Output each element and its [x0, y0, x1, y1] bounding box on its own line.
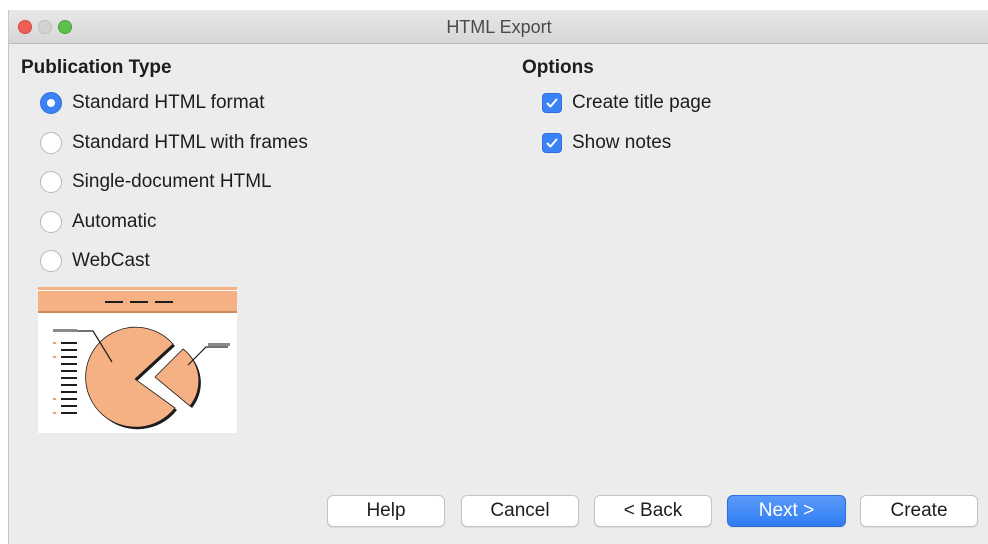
checkbox-label: Show notes	[572, 132, 672, 153]
options-heading: Options	[522, 57, 594, 78]
radio-label: Standard HTML format	[72, 92, 265, 113]
radio-single-document-html[interactable]: Single-document HTML	[40, 168, 272, 196]
create-button[interactable]: Create	[860, 495, 978, 527]
radio-button-checked[interactable]	[40, 92, 62, 114]
radio-button[interactable]	[40, 211, 62, 233]
checkbox-create-title-page[interactable]: Create title page	[542, 89, 711, 117]
help-button[interactable]: Help	[327, 495, 445, 527]
radio-button[interactable]	[40, 250, 62, 272]
radio-label: Standard HTML with frames	[72, 132, 308, 153]
checkbox-checked[interactable]	[542, 93, 562, 113]
cancel-button[interactable]: Cancel	[461, 495, 579, 527]
radio-webcast[interactable]: WebCast	[40, 247, 150, 275]
publication-type-preview-image	[38, 287, 237, 433]
checkbox-label: Create title page	[572, 92, 712, 113]
window-maximize-icon[interactable]	[58, 20, 72, 34]
html-export-dialog: HTML Export Publication Type Standard HT…	[8, 10, 988, 544]
back-button[interactable]: < Back	[594, 495, 712, 527]
radio-label: WebCast	[72, 250, 150, 271]
radio-button[interactable]	[40, 171, 62, 193]
checkmark-icon	[546, 138, 558, 148]
radio-button[interactable]	[40, 132, 62, 154]
window-title: HTML Export	[446, 17, 552, 37]
next-button[interactable]: Next >	[727, 495, 846, 527]
radio-standard-html-with-frames[interactable]: Standard HTML with frames	[40, 129, 308, 157]
radio-label: Single-document HTML	[72, 171, 272, 192]
window-minimize-icon[interactable]	[38, 20, 52, 34]
checkbox-checked[interactable]	[542, 133, 562, 153]
checkmark-icon	[546, 98, 558, 108]
title-bar: HTML Export	[9, 10, 988, 44]
radio-automatic[interactable]: Automatic	[40, 208, 156, 236]
publication-type-heading: Publication Type	[21, 57, 172, 78]
checkbox-show-notes[interactable]: Show notes	[542, 129, 671, 157]
preview-illustration	[38, 287, 237, 433]
radio-standard-html-format[interactable]: Standard HTML format	[40, 89, 265, 117]
radio-label: Automatic	[72, 211, 157, 232]
window-close-icon[interactable]	[18, 20, 32, 34]
